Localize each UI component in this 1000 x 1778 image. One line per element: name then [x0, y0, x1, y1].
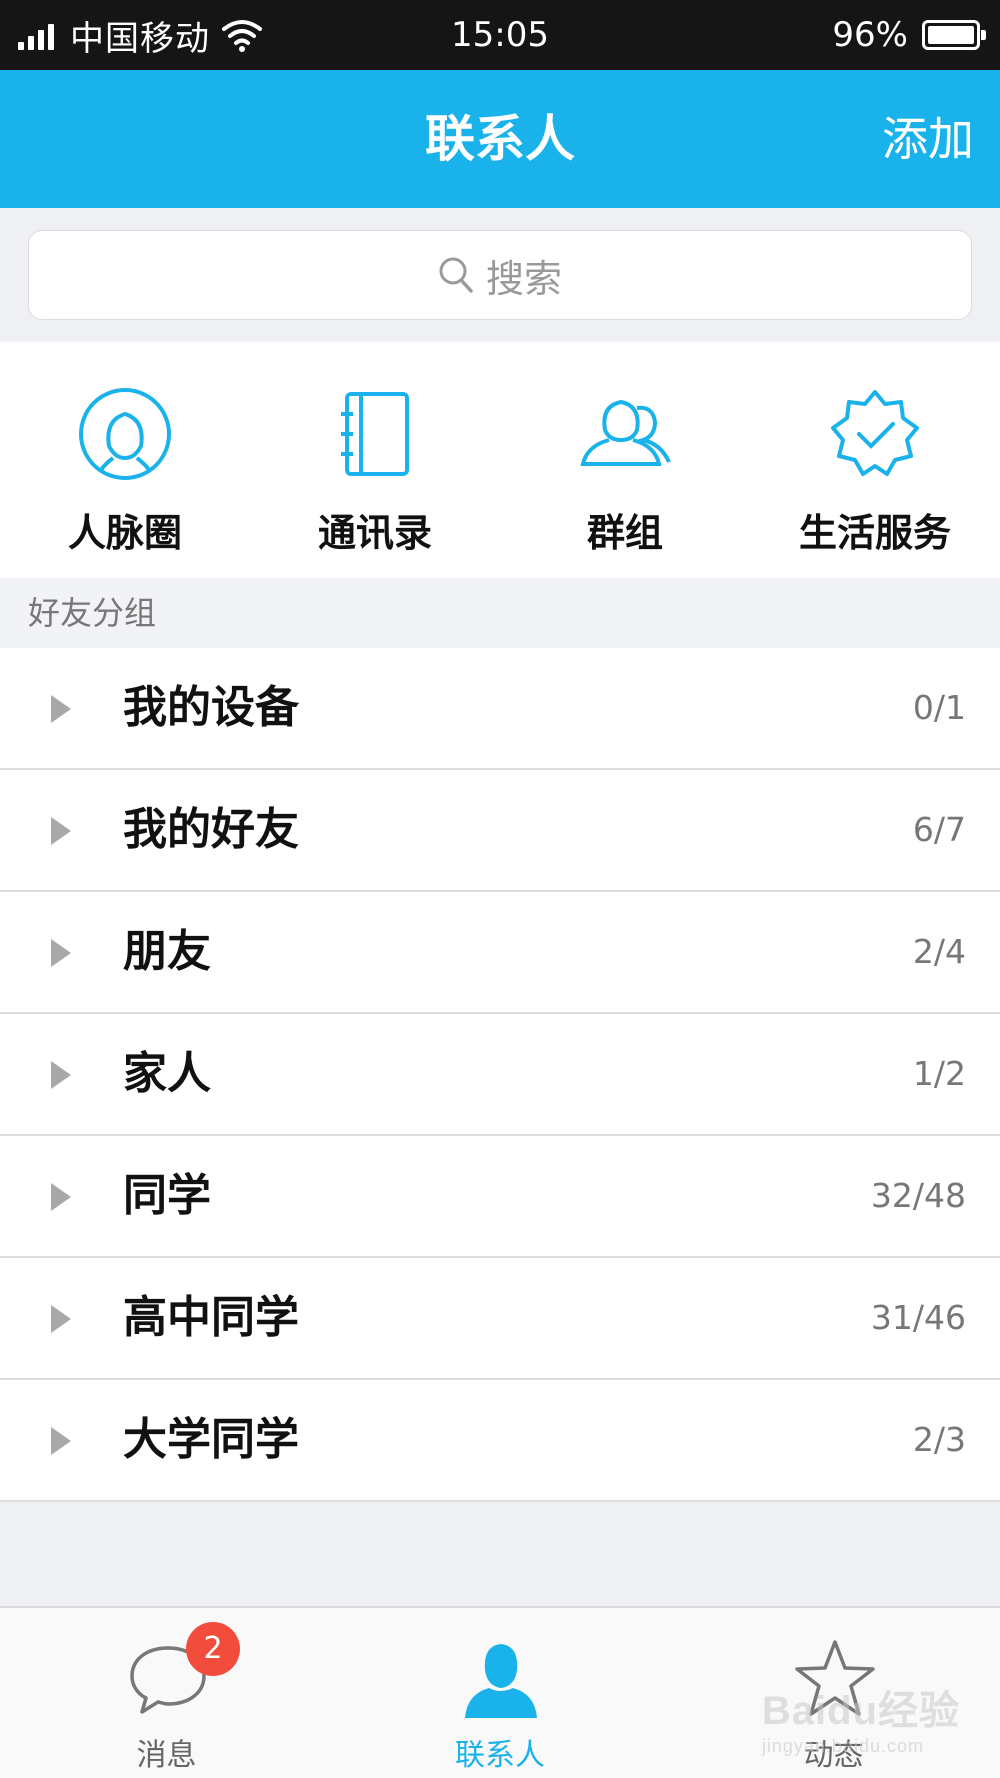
expand-arrow-icon	[51, 695, 71, 723]
group-count: 32/48	[870, 1176, 966, 1215]
group-row-friends[interactable]: 朋友 2/4	[0, 892, 1000, 1014]
quick-entry-connections[interactable]: 人脉圈	[0, 342, 250, 578]
tab-messages[interactable]: 2 消息	[0, 1608, 333, 1778]
group-row-university[interactable]: 大学同学 2/3	[0, 1380, 1000, 1502]
quick-entry-label: 人脉圈	[67, 511, 182, 555]
status-bar: 中国移动 15:05 96%	[0, 0, 1000, 70]
group-row-my-friends[interactable]: 我的好友 6/7	[0, 770, 1000, 892]
wifi-icon	[222, 20, 262, 52]
search-icon	[439, 257, 473, 293]
group-icon	[580, 399, 671, 466]
person-circle-icon	[79, 388, 171, 480]
group-count: 2/3	[912, 1420, 966, 1459]
quick-entry-life-services[interactable]: 生活服务	[750, 342, 1000, 578]
expand-arrow-icon	[51, 939, 71, 967]
expand-arrow-icon	[51, 1183, 71, 1211]
group-name: 我的设备	[123, 682, 299, 733]
expand-arrow-icon	[51, 1061, 71, 1089]
search-input[interactable]: 搜索	[28, 230, 972, 320]
group-list: 我的设备 0/1 我的好友 6/7 朋友 2/4 家人 1/2 同学 32/48…	[0, 648, 1000, 1502]
group-count: 0/1	[912, 688, 966, 727]
group-count: 2/4	[912, 932, 966, 971]
group-name: 我的好友	[123, 804, 299, 855]
signal-icon	[18, 20, 58, 50]
group-name: 大学同学	[123, 1414, 299, 1465]
group-name: 朋友	[123, 926, 211, 977]
watermark-logo: Baidu经验 jingyan.baidu.com	[762, 1678, 960, 1757]
quick-entry-label: 生活服务	[798, 511, 951, 555]
expand-arrow-icon	[51, 1305, 71, 1333]
status-left: 中国移动	[18, 0, 264, 70]
group-row-classmates[interactable]: 同学 32/48	[0, 1136, 1000, 1258]
battery-percent: 96%	[832, 15, 908, 55]
section-header: 好友分组	[0, 578, 1000, 648]
group-count: 1/2	[912, 1054, 966, 1093]
address-book-icon	[341, 392, 409, 476]
tab-label: 消息	[136, 1738, 197, 1773]
add-button[interactable]: 添加	[882, 70, 974, 208]
search-area: 搜索	[0, 208, 1000, 342]
status-right: 96%	[832, 0, 986, 70]
watermark-text: Baidu经验	[761, 1689, 960, 1733]
page-title: 联系人	[425, 110, 575, 168]
section-title: 好友分组	[28, 594, 157, 632]
watermark-sub: jingyan.baidu.com	[761, 1736, 924, 1756]
group-row-high-school[interactable]: 高中同学 31/46	[0, 1258, 1000, 1380]
search-placeholder: 搜索	[485, 256, 562, 301]
quick-entry-groups[interactable]: 群组	[500, 342, 750, 578]
title-bar: 联系人 添加	[0, 70, 1000, 208]
group-name: 高中同学	[123, 1292, 299, 1343]
group-count: 6/7	[912, 810, 966, 849]
unread-badge: 2	[186, 1622, 240, 1676]
quick-entry-address-book[interactable]: 通讯录	[250, 342, 500, 578]
carrier-name: 中国移动	[70, 18, 210, 59]
group-name: 同学	[123, 1170, 211, 1221]
group-count: 31/46	[870, 1298, 966, 1337]
service-badge-icon	[831, 390, 919, 476]
group-row-my-devices[interactable]: 我的设备 0/1	[0, 648, 1000, 770]
battery-icon	[922, 20, 986, 50]
group-name: 家人	[123, 1048, 211, 1099]
contact-person-icon	[465, 1644, 537, 1718]
tab-label: 联系人	[455, 1738, 545, 1773]
expand-arrow-icon	[51, 817, 71, 845]
quick-entries: 人脉圈 通讯录 群组 生活服务	[0, 342, 1000, 578]
group-row-family[interactable]: 家人 1/2	[0, 1014, 1000, 1136]
tab-contacts[interactable]: 联系人	[333, 1608, 667, 1778]
quick-entry-label: 群组	[586, 511, 663, 555]
expand-arrow-icon	[51, 1427, 71, 1455]
quick-entry-label: 通讯录	[317, 511, 432, 555]
